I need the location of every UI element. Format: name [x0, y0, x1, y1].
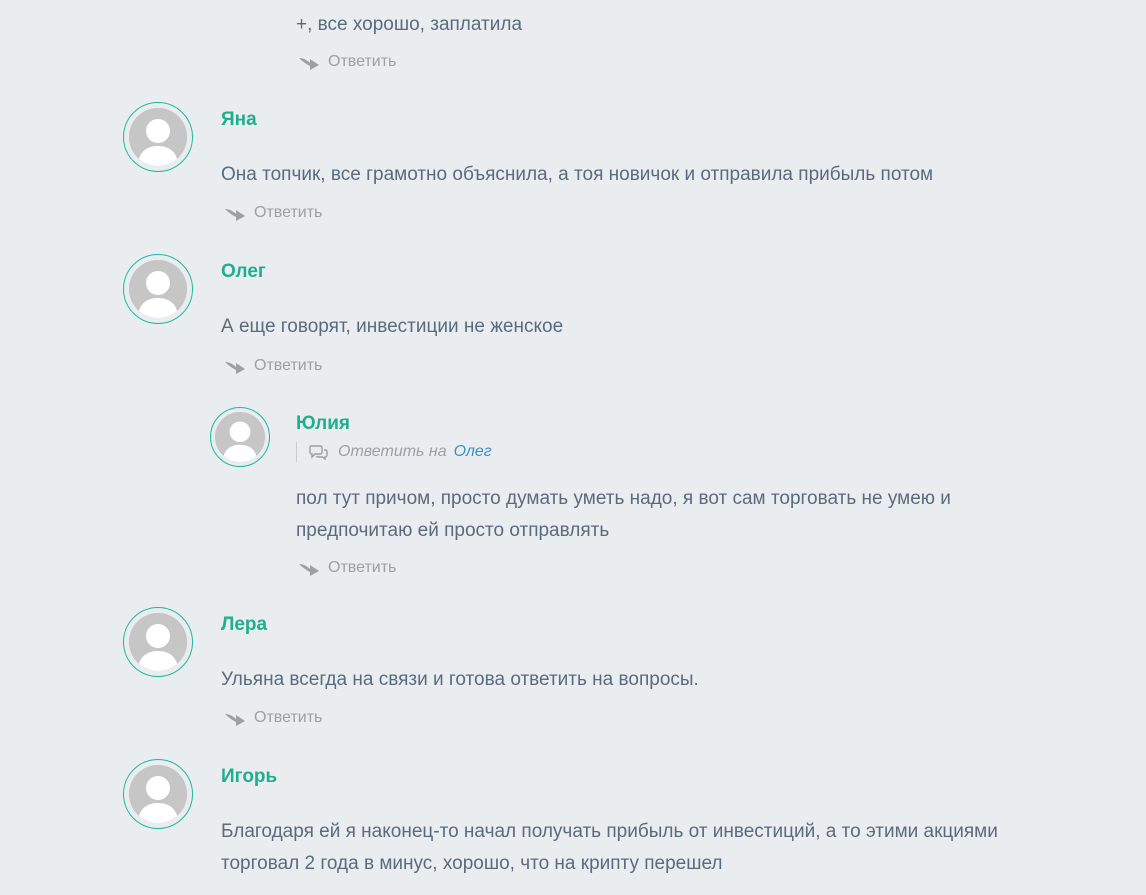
- comment-author[interactable]: Игорь: [221, 766, 277, 788]
- reply-to-info: Ответить на Олег: [296, 442, 492, 462]
- reply-arrow-icon: [299, 564, 319, 576]
- reply-button[interactable]: Ответить: [224, 357, 322, 375]
- reply-arrow-icon: [299, 58, 319, 70]
- reply-arrow-icon: [225, 362, 245, 374]
- avatar: [123, 254, 193, 324]
- comment-author[interactable]: Лера: [221, 614, 267, 636]
- comment-text: пол тут причом, просто думать уметь надо…: [296, 488, 951, 541]
- comment-author[interactable]: Олег: [221, 261, 266, 283]
- comment-text: А еще говорят, инвестиции не женское: [221, 316, 564, 337]
- default-user-avatar: [129, 108, 187, 166]
- default-user-avatar: [215, 412, 265, 462]
- speech-bubbles-icon: [309, 445, 328, 460]
- avatar: [210, 407, 270, 467]
- comment-text: +, все хорошо, заплатила: [296, 14, 523, 35]
- comment-author[interactable]: Юлия: [296, 413, 350, 435]
- avatar: [123, 759, 193, 829]
- default-user-avatar: [129, 765, 187, 823]
- avatar: [123, 607, 193, 677]
- reply-button[interactable]: Ответить: [224, 709, 322, 727]
- default-user-avatar: [129, 260, 187, 318]
- reply-arrow-icon: [225, 209, 245, 221]
- reply-arrow-icon: [225, 714, 245, 726]
- reply-button[interactable]: Ответить: [298, 53, 396, 71]
- reply-to-link[interactable]: Олег: [454, 443, 492, 461]
- comment-text: Ульяна всегда на связи и готова ответить…: [221, 669, 699, 690]
- reply-button[interactable]: Ответить: [224, 204, 322, 222]
- default-user-avatar: [129, 613, 187, 671]
- comment-text: Она топчик, все грамотно объяснила, а то…: [221, 164, 934, 185]
- avatar: [123, 102, 193, 172]
- comment-author[interactable]: Яна: [221, 109, 257, 131]
- reply-button[interactable]: Ответить: [298, 559, 396, 577]
- comment-text: Благодаря ей я наконец-то начал получать…: [221, 821, 998, 874]
